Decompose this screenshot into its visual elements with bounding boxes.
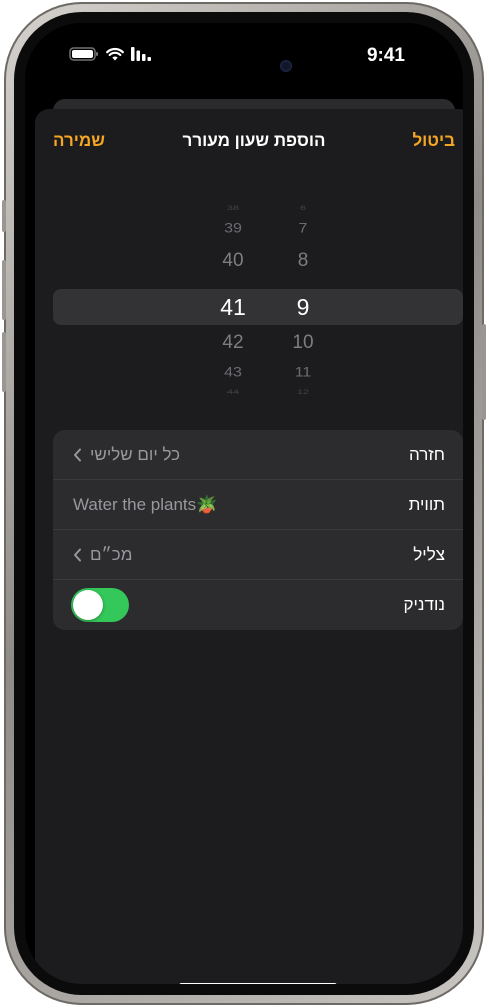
bezel: 9:41 שמירה הוספת שעון מעורר ביטול 38 39 40…: [14, 12, 474, 995]
snooze-toggle[interactable]: [71, 588, 129, 622]
hour-selected[interactable]: 9: [273, 295, 333, 319]
minute-option[interactable]: 39: [203, 222, 263, 236]
hour-option[interactable]: 11: [273, 366, 333, 380]
sheet-nav-bar: שמירה הוספת שעון מעורר ביטול: [35, 109, 463, 173]
hour-option[interactable]: 6: [273, 205, 333, 212]
power-button: [482, 324, 486, 420]
minute-wheel[interactable]: 38 39 40 41 42 43 44: [203, 199, 263, 409]
screen: 9:41 שמירה הוספת שעון מעורר ביטול 38 39 40…: [25, 23, 463, 984]
cancel-button[interactable]: ביטול: [412, 131, 455, 151]
sound-label: צליל: [413, 545, 445, 564]
chevron-left-icon: [74, 548, 81, 562]
action-button: [2, 200, 6, 232]
minute-option[interactable]: 44: [203, 389, 263, 396]
chevron-left-icon: [74, 448, 81, 462]
volume-up-button: [2, 260, 6, 320]
front-camera: [280, 60, 292, 72]
time-picker[interactable]: 38 39 40 41 42 43 44 6 7 8 9 10 11 12: [35, 199, 463, 409]
snooze-label: נודניק: [403, 595, 445, 614]
hour-option[interactable]: 12: [273, 389, 333, 396]
label-label: תווית: [408, 495, 445, 514]
label-value-group: Water the plants🪴: [73, 495, 217, 515]
home-indicator[interactable]: [179, 983, 337, 984]
minute-option[interactable]: 40: [203, 251, 263, 270]
sound-value-group: מכ״ם: [73, 545, 132, 565]
label-row[interactable]: תווית Water the plants🪴: [53, 480, 463, 530]
hour-wheel[interactable]: 6 7 8 9 10 11 12: [273, 199, 333, 409]
toggle-knob: [73, 590, 103, 620]
hour-option[interactable]: 8: [273, 251, 333, 270]
minute-option[interactable]: 38: [203, 205, 263, 212]
iphone-frame: 9:41 שמירה הוספת שעון מעורר ביטול 38 39 40…: [2, 2, 486, 1005]
wifi-icon: [106, 48, 124, 61]
alarm-settings-list: חזרה כל יום שלישי תווית Water the plants…: [53, 430, 463, 630]
status-icons: [69, 47, 151, 61]
repeat-value-group: כל יום שלישי: [73, 445, 180, 465]
sheet-title: הוספת שעון מעורר: [182, 131, 326, 150]
minute-selected[interactable]: 41: [203, 295, 263, 319]
hour-option[interactable]: 7: [273, 222, 333, 236]
minute-option[interactable]: 43: [203, 366, 263, 380]
status-time: 9:41: [366, 45, 405, 66]
repeat-label: חזרה: [408, 445, 445, 464]
sound-row[interactable]: צליל מכ״ם: [53, 530, 463, 580]
status-bar: 9:41: [25, 23, 463, 83]
snooze-row: נודניק: [53, 580, 463, 630]
battery-icon: [69, 47, 98, 61]
label-value: Water the plants🪴: [73, 495, 218, 514]
volume-down-button: [2, 332, 6, 392]
hour-option[interactable]: 10: [273, 333, 333, 352]
repeat-value: כל יום שלישי: [90, 445, 181, 464]
dynamic-island: [188, 49, 308, 83]
minute-option[interactable]: 42: [203, 333, 263, 352]
add-alarm-sheet: שמירה הוספת שעון מעורר ביטול 38 39 40 41 42 4…: [35, 109, 463, 984]
sound-value: מכ״ם: [90, 545, 133, 564]
repeat-row[interactable]: חזרה כל יום שלישי: [53, 430, 463, 480]
cellular-signal-icon: [131, 47, 151, 61]
